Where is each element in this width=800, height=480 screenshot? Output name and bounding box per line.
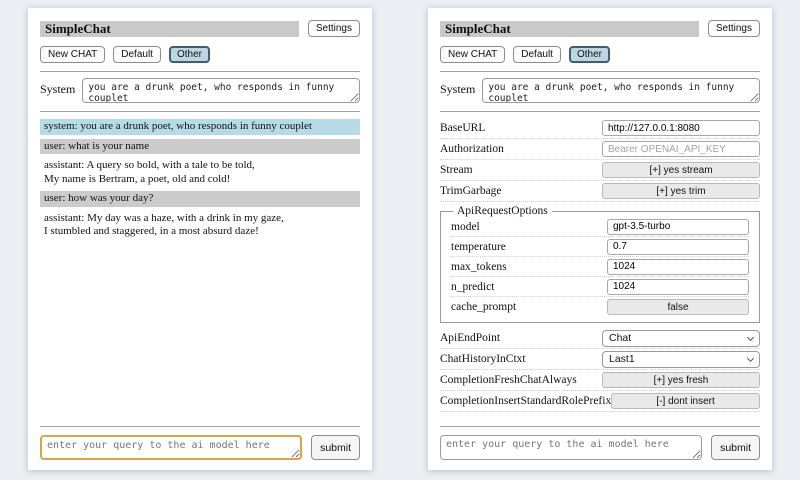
completion-insert-role-prefix-row: CompletionInsertStandardRolePrefix [-] d… bbox=[440, 391, 760, 412]
divider bbox=[40, 111, 360, 112]
query-row: submit bbox=[440, 435, 760, 460]
stream-label: Stream bbox=[440, 164, 473, 176]
base-url-row: BaseURL bbox=[440, 118, 760, 139]
query-input[interactable] bbox=[440, 435, 702, 460]
settings-button[interactable]: Settings bbox=[708, 20, 760, 37]
title-bar: SimpleChat Settings bbox=[40, 20, 360, 37]
chat-message-user: user: what is your name bbox=[40, 139, 360, 155]
query-input[interactable] bbox=[40, 435, 302, 460]
chat-history-in-ctxt-select[interactable]: Last1 bbox=[602, 351, 760, 368]
chat-history-selected-value: Last1 bbox=[609, 353, 635, 365]
submit-button[interactable]: submit bbox=[711, 435, 760, 460]
cache-prompt-row: cache_prompt false bbox=[451, 297, 749, 317]
system-label: System bbox=[40, 78, 75, 97]
api-endpoint-selected-value: Chat bbox=[609, 332, 631, 344]
divider bbox=[440, 426, 760, 427]
max-tokens-label: max_tokens bbox=[451, 261, 507, 273]
session-toolbar: New CHAT Default Other bbox=[40, 46, 360, 63]
chat-message-system: system: you are a drunk poet, who respon… bbox=[40, 119, 360, 135]
trim-garbage-toggle-button[interactable]: [+] yes trim bbox=[602, 183, 760, 199]
trim-garbage-label: TrimGarbage bbox=[440, 185, 502, 197]
completion-fresh-chat-toggle-button[interactable]: [+] yes fresh bbox=[602, 372, 760, 388]
chat-message-user: user: how was your day? bbox=[40, 191, 360, 207]
chevron-down-icon bbox=[747, 333, 754, 340]
session-tab-default[interactable]: Default bbox=[513, 46, 561, 63]
completion-insert-role-prefix-label: CompletionInsertStandardRolePrefix bbox=[440, 395, 611, 407]
session-tab-default[interactable]: Default bbox=[113, 46, 161, 63]
query-row: submit bbox=[40, 435, 360, 460]
cache-prompt-toggle-button[interactable]: false bbox=[607, 299, 749, 315]
divider bbox=[40, 71, 360, 72]
system-prompt-row: System you are a drunk poet, who respond… bbox=[440, 78, 760, 103]
n-predict-label: n_predict bbox=[451, 281, 494, 293]
authorization-label: Authorization bbox=[440, 143, 504, 155]
api-endpoint-select[interactable]: Chat bbox=[602, 330, 760, 347]
api-endpoint-label: ApiEndPoint bbox=[440, 332, 500, 344]
api-request-options-legend: ApiRequestOptions bbox=[453, 205, 552, 217]
app-title: SimpleChat bbox=[440, 21, 699, 37]
settings-button[interactable]: Settings bbox=[308, 20, 360, 37]
stream-row: Stream [+] yes stream bbox=[440, 160, 760, 181]
completion-insert-role-prefix-toggle-button[interactable]: [-] dont insert bbox=[611, 393, 760, 409]
max-tokens-input[interactable] bbox=[607, 259, 749, 275]
completion-fresh-chat-row: CompletionFreshChatAlways [+] yes fresh bbox=[440, 370, 760, 391]
app-title: SimpleChat bbox=[40, 21, 299, 37]
chat-history-in-ctxt-label: ChatHistoryInCtxt bbox=[440, 353, 526, 365]
n-predict-input[interactable] bbox=[607, 279, 749, 295]
new-chat-button[interactable]: New CHAT bbox=[40, 46, 105, 63]
max-tokens-row: max_tokens bbox=[451, 257, 749, 277]
system-prompt-row: System you are a drunk poet, who respond… bbox=[40, 78, 360, 103]
api-endpoint-row: ApiEndPoint Chat bbox=[440, 328, 760, 349]
base-url-input[interactable] bbox=[602, 120, 760, 136]
divider bbox=[440, 71, 760, 72]
settings-form: BaseURL Authorization Stream [+] yes str… bbox=[440, 118, 760, 418]
system-prompt-input[interactable]: you are a drunk poet, who responds in fu… bbox=[482, 78, 760, 103]
system-label: System bbox=[440, 78, 475, 97]
new-chat-button[interactable]: New CHAT bbox=[440, 46, 505, 63]
system-prompt-input[interactable]: you are a drunk poet, who responds in fu… bbox=[82, 78, 360, 103]
chat-history-in-ctxt-row: ChatHistoryInCtxt Last1 bbox=[440, 349, 760, 370]
authorization-input[interactable] bbox=[602, 141, 760, 157]
chevron-down-icon bbox=[747, 354, 754, 361]
chat-log: system: you are a drunk poet, who respon… bbox=[40, 119, 360, 418]
submit-button[interactable]: submit bbox=[311, 435, 360, 460]
temperature-row: temperature bbox=[451, 237, 749, 257]
session-tab-other[interactable]: Other bbox=[569, 46, 610, 63]
cache-prompt-label: cache_prompt bbox=[451, 301, 516, 313]
model-label: model bbox=[451, 221, 480, 233]
api-request-options-fieldset: ApiRequestOptions model temperature max_… bbox=[440, 205, 760, 323]
n-predict-row: n_predict bbox=[451, 277, 749, 297]
chat-message-assistant: assistant: My day was a haze, with a dri… bbox=[40, 211, 360, 240]
divider bbox=[40, 426, 360, 427]
temperature-label: temperature bbox=[451, 241, 506, 253]
model-input[interactable] bbox=[607, 219, 749, 235]
divider bbox=[440, 111, 760, 112]
completion-fresh-chat-label: CompletionFreshChatAlways bbox=[440, 374, 577, 386]
title-bar: SimpleChat Settings bbox=[440, 20, 760, 37]
session-tab-other[interactable]: Other bbox=[169, 46, 210, 63]
base-url-label: BaseURL bbox=[440, 122, 485, 134]
stream-toggle-button[interactable]: [+] yes stream bbox=[602, 162, 760, 178]
authorization-row: Authorization bbox=[440, 139, 760, 160]
session-toolbar: New CHAT Default Other bbox=[440, 46, 760, 63]
simplechat-chat-panel: SimpleChat Settings New CHAT Default Oth… bbox=[28, 8, 372, 470]
model-row: model bbox=[451, 217, 749, 237]
simplechat-settings-panel: SimpleChat Settings New CHAT Default Oth… bbox=[428, 8, 772, 470]
chat-message-assistant: assistant: A query so bold, with a tale … bbox=[40, 158, 360, 187]
temperature-input[interactable] bbox=[607, 239, 749, 255]
trim-garbage-row: TrimGarbage [+] yes trim bbox=[440, 181, 760, 202]
